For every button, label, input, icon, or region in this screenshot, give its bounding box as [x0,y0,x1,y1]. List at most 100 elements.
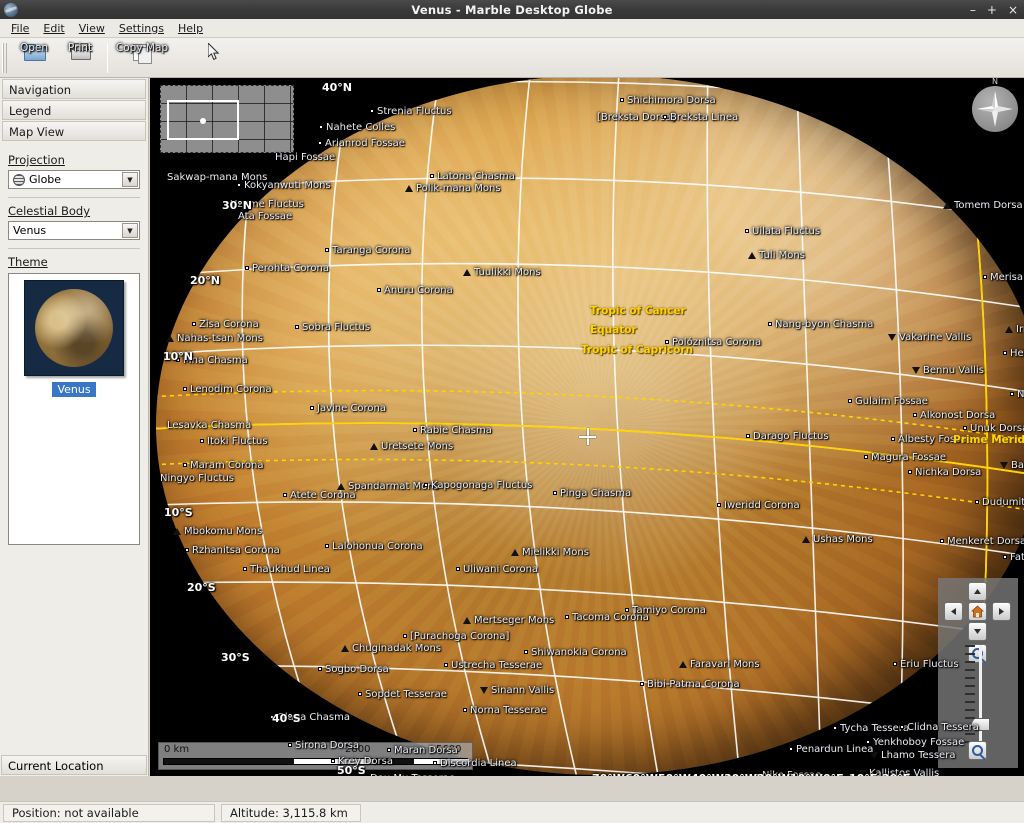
menu-view-label: View [79,22,105,35]
home-button[interactable] [968,602,987,621]
toolbar-separator [107,43,108,73]
map-feature-marker-icon [370,109,374,113]
maximize-button[interactable]: + [987,4,997,16]
mouse-cursor-arrow [208,43,220,61]
longitude-label: 10°W [790,772,823,776]
dock-section-current-location[interactable]: Current Location [1,755,147,775]
open-button[interactable]: Open [11,39,57,77]
map-feature-marker-icon [755,773,759,776]
scale-zero-label: 0 km [164,744,189,755]
dock-section-map-view[interactable]: Map View [2,121,146,141]
window-controls: – + × [970,0,1018,19]
map-feature-name: Sakwap-mana Mons [167,172,267,183]
scale-bar-graphic [163,758,468,765]
longitude-label: 10°E [849,772,877,776]
scale-max-label: 5600 [436,744,461,755]
scale-bar-numbers: 0 km 2800 5600 [159,743,472,756]
overview-map-widget[interactable] [160,85,294,153]
theme-thumbnail-venus[interactable] [24,280,124,376]
celestial-body-label-text: Celestial Body [8,204,90,218]
close-button[interactable]: × [1008,4,1018,16]
map-feature-marker-icon [858,770,866,777]
map-feature-label: Sakwap-mana Mons [167,172,267,183]
map-feature-marker-icon [270,715,274,719]
map-feature-label: Tomem Dorsa [943,200,1023,211]
map-feature-marker-icon [319,125,323,129]
print-button[interactable]: Print [57,39,103,77]
longitude-label: 20°E [882,772,910,776]
scale-mid-label: 2800 [345,744,370,755]
longitude-label: 0°E [823,772,844,776]
dock-section-navigation[interactable]: Navigation [2,79,146,99]
projection-label-text: Projection [8,153,65,167]
menu-settings-label: Settings [119,22,164,35]
title-bar: Venus - Marble Desktop Globe – + × [0,0,1024,19]
zoom-out-button[interactable] [968,741,987,760]
menu-file[interactable]: File [4,20,36,37]
map-feature-name: Olapa Chasma [277,712,350,723]
status-altitude: Altitude: 3,115.8 km [221,804,361,822]
venus-globe-thumbnail-image [35,289,113,367]
pan-right-button[interactable] [992,602,1011,621]
latitude-label: 30°N [222,199,252,212]
map-feature-name: Kallistos Vallis [869,768,939,776]
theme-label-text: Theme [8,255,48,269]
projection-label: Projection [8,153,140,167]
copy-map-button[interactable]: Copy Map [112,39,172,77]
navigation-widget[interactable] [938,578,1018,768]
map-feature-marker-icon [833,726,837,730]
menu-settings[interactable]: Settings [112,20,171,37]
map-feature-marker-icon [866,740,870,744]
latitude-label: 40°N [322,81,352,94]
map-feature-marker-icon [237,183,241,187]
dock-divider-2 [8,248,140,249]
longitude-label: 40°W [691,772,724,776]
chevron-down-icon-2[interactable]: ▼ [122,223,138,238]
theme-selected-label[interactable]: Venus [52,382,95,397]
menu-view[interactable]: View [72,20,112,37]
map-feature-name: Tomem Dorsa [954,200,1023,211]
map-feature-marker-icon [318,141,322,145]
menu-edit[interactable]: Edit [36,20,71,37]
longitude-label: 30°W [724,772,757,776]
scale-bar: 0 km 2800 5600 [158,742,473,770]
map-feature-name: Nike Fossae [762,770,821,776]
menu-help-label: Help [178,22,203,35]
map-feature-name: Tycha Tessera [840,723,909,734]
dock-section-legend[interactable]: Legend [2,100,146,120]
printer-icon [69,41,91,63]
projection-value: Globe [29,173,61,186]
map-feature-label: Penardun Linea [789,744,873,755]
celestial-body-select[interactable]: Venus ▼ [8,221,140,240]
map-feature-label: Tycha Tessera [833,723,909,734]
chevron-down-icon[interactable]: ▼ [122,172,138,187]
map-feature-label: Dau Mu Tesserae [370,773,455,776]
left-dock-panel: Navigation Legend Map View Projection Gl… [0,78,149,776]
compass-rose-widget[interactable]: N [972,86,1018,132]
menu-edit-label: Edit [43,22,64,35]
folder-open-icon [23,41,45,63]
main-toolbar: Open Print Copy Map [0,38,1024,78]
compass-needle-icon [972,86,1018,132]
pan-up-button[interactable] [968,582,987,601]
pan-left-button[interactable] [944,602,963,621]
marble-application-window: Venus - Marble Desktop Globe – + × File … [0,0,1024,823]
map-feature-label: Nike Fossae [755,770,821,776]
celestial-body-label: Celestial Body [8,204,140,218]
zoom-slider-track[interactable] [979,645,982,748]
venus-globe-render [156,78,1024,775]
theme-list[interactable]: Venus [8,273,140,545]
minimize-button[interactable]: – [970,4,976,16]
overview-center-dot [200,118,206,124]
menu-help[interactable]: Help [171,20,210,37]
window-title: Venus - Marble Desktop Globe [0,3,1024,17]
latitude-label: 40°S [272,712,301,725]
map-canvas[interactable]: N [150,78,1024,776]
latitude-label: 30°S [221,651,250,664]
pan-down-button[interactable] [968,622,987,641]
globe-icon [13,174,25,186]
toolbar-grip[interactable] [2,43,8,73]
menu-file-label: File [11,22,29,35]
map-feature-marker-icon [900,725,904,729]
projection-select[interactable]: Globe ▼ [8,170,140,189]
